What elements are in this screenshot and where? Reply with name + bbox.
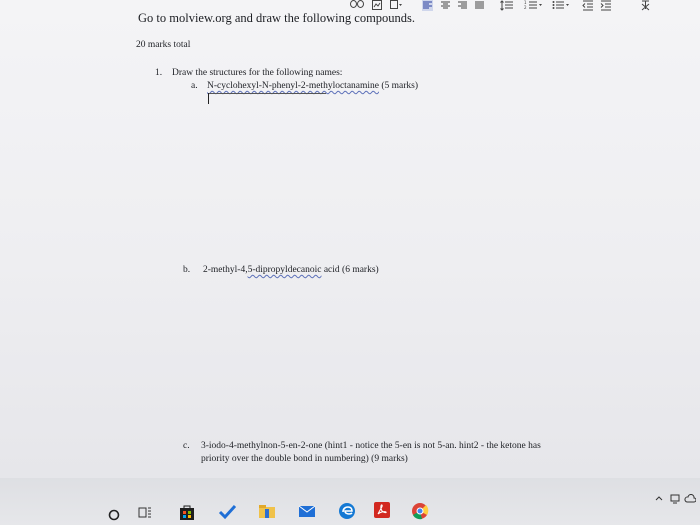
- pinned-app-icon[interactable]: [218, 504, 237, 525]
- decrease-indent-icon[interactable]: [582, 0, 594, 12]
- total-marks: 20 marks total: [136, 40, 191, 50]
- compound-name-suffix: acid (6 marks): [321, 265, 379, 275]
- align-center-icon[interactable]: [440, 0, 451, 12]
- svg-text:2: 2: [524, 5, 527, 10]
- item-letter: b.: [183, 265, 191, 275]
- align-left-icon[interactable]: [422, 0, 433, 12]
- page-heading: Go to molview.org and draw the following…: [138, 11, 416, 25]
- clear-formatting-icon[interactable]: [640, 0, 651, 12]
- start-icon[interactable]: [108, 508, 120, 525]
- item-letter: a.: [191, 81, 198, 91]
- numbered-list-icon[interactable]: 12: [524, 0, 542, 12]
- task-view-icon[interactable]: [138, 506, 152, 525]
- question-number: 1.: [155, 68, 163, 78]
- align-right-icon[interactable]: [457, 0, 468, 12]
- question-1c: c. 3-iodo-4-methylnon-5-en-2-one (hint1 -…: [183, 440, 613, 466]
- question-c-line2: priority over the double bond in numberi…: [201, 454, 408, 464]
- taskbar: [0, 478, 700, 525]
- document-page: 12 Go to molview.org and draw the follow…: [0, 0, 700, 478]
- compound-name-underlined: 5-dipropyldecanoic: [247, 265, 322, 275]
- chrome-icon[interactable]: [411, 502, 429, 525]
- chevron-up-icon[interactable]: [655, 494, 663, 504]
- align-justify-icon[interactable]: [474, 0, 485, 12]
- question-1b: b. 2-methyl-4,5-dipropyldecanoic acid (6 …: [183, 265, 379, 275]
- cloud-icon[interactable]: [684, 491, 697, 509]
- store-icon[interactable]: [178, 503, 196, 525]
- question-1: 1. Draw the structures for the following …: [155, 68, 342, 78]
- compound-name: N-cyclohexyl-N-phenyl-2-methyloctanamine: [207, 81, 379, 91]
- compound-name-prefix: 2-methyl-4,: [203, 265, 248, 275]
- network-icon[interactable]: [670, 491, 680, 509]
- text-selection-line: [208, 93, 326, 94]
- increase-indent-icon[interactable]: [600, 0, 612, 12]
- mail-icon[interactable]: [298, 503, 316, 524]
- text-cursor: [208, 93, 209, 104]
- item-marks: (5 marks): [381, 81, 419, 91]
- edge-icon[interactable]: [338, 502, 356, 525]
- acrobat-icon[interactable]: [373, 501, 391, 524]
- question-1a: a. N-cyclohexyl-N-phenyl-2-methyloctanami…: [191, 81, 418, 91]
- explorer-icon[interactable]: [258, 503, 276, 524]
- question-c-line1: 3-iodo-4-methylnon-5-en-2-one (hint1 - n…: [201, 441, 541, 451]
- line-spacing-icon[interactable]: [500, 0, 514, 12]
- bulleted-list-icon[interactable]: [552, 0, 570, 12]
- question-text: Draw the structures for the following na…: [172, 68, 343, 78]
- item-letter: c.: [183, 441, 190, 451]
